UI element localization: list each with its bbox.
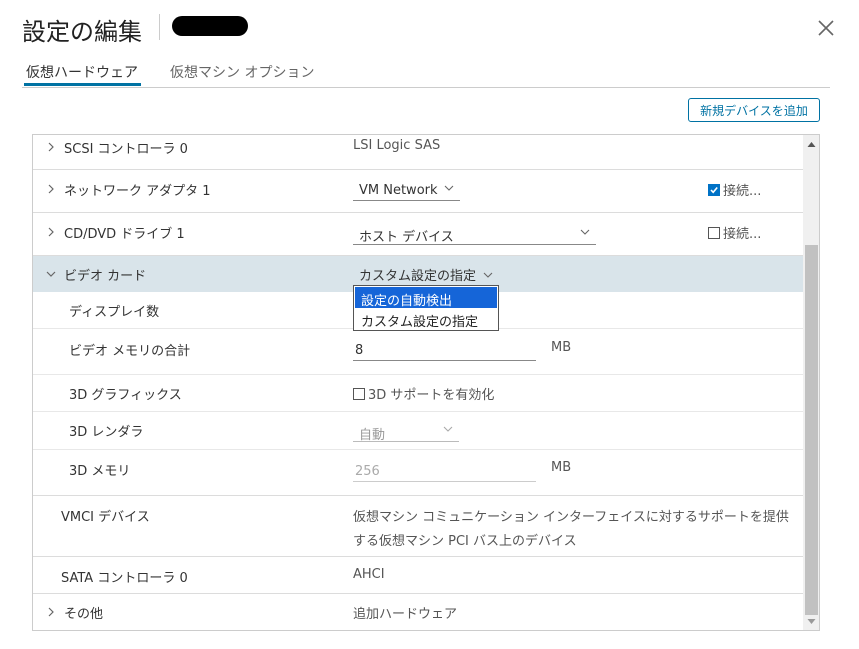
3d-renderer-select[interactable]: 自動	[353, 420, 459, 443]
sata-label: SATA コントローラ 0	[61, 571, 188, 586]
sata-value: AHCI	[353, 567, 385, 582]
3d-memory-label: 3D メモリ	[69, 464, 131, 479]
scsi-label: SCSI コントローラ 0	[64, 142, 188, 157]
video-card-label: ビデオ カード	[64, 269, 147, 284]
add-new-device-button[interactable]: 新規デバイスを追加	[688, 98, 820, 122]
3d-memory-unit: MB	[551, 460, 572, 475]
active-tab-indicator	[24, 83, 141, 86]
row-other: その他 追加ハードウェア	[33, 594, 803, 630]
other-label: その他	[64, 607, 104, 622]
chevron-right-icon	[48, 184, 54, 194]
vmci-description-line1: 仮想マシン コミュニケーション インターフェイスに対するサポートを提供	[353, 510, 789, 525]
network-connect-label: 接続...	[723, 184, 762, 199]
close-icon	[818, 20, 834, 36]
row-3d-graphics: 3D グラフィックス 3D サポートを有効化	[33, 375, 803, 412]
video-settings-select-value: カスタム設定の指定	[359, 269, 477, 284]
expand-other-button[interactable]	[45, 606, 57, 618]
chevron-down-icon	[483, 269, 493, 279]
3d-support-label: 3D サポートを有効化	[368, 388, 495, 403]
cd-dvd-connect-checkbox[interactable]	[708, 227, 720, 239]
3d-graphics-label: 3D グラフィックス	[69, 388, 182, 403]
video-memory-unit: MB	[551, 340, 572, 355]
chevron-right-icon	[48, 607, 54, 617]
chevron-down-icon	[46, 271, 56, 277]
tab-bar: 仮想ハードウェア 仮想マシン オプション	[22, 58, 830, 88]
network-connect-checkbox[interactable]	[708, 184, 720, 196]
scrollbar-thumb[interactable]	[805, 245, 818, 615]
3d-renderer-label: 3D レンダラ	[69, 425, 144, 440]
collapse-video-card-button[interactable]	[45, 268, 57, 280]
row-vmci-device: VMCI デバイス 仮想マシン コミュニケーション インターフェイスに対するサポ…	[33, 496, 803, 557]
expand-network-button[interactable]	[45, 183, 57, 195]
expand-cd-dvd-button[interactable]	[45, 226, 57, 238]
display-count-label: ディスプレイ数	[69, 305, 160, 320]
other-value: 追加ハードウェア	[353, 607, 458, 622]
title-divider	[159, 14, 160, 40]
network-label: ネットワーク アダプタ 1	[64, 184, 211, 199]
chevron-down-icon	[580, 227, 590, 237]
chevron-right-icon	[48, 227, 54, 237]
network-connect-toggle[interactable]: 接続...	[708, 180, 761, 199]
row-video-memory: ビデオ メモリの合計 8 MB	[33, 329, 803, 375]
row-network-adapter: ネットワーク アダプタ 1 VM Network 接続...	[33, 170, 803, 213]
row-scsi-controller: SCSI コントローラ 0 LSI Logic SAS	[33, 135, 803, 170]
cd-dvd-select-value: ホスト デバイス	[359, 230, 454, 245]
row-sata-controller: SATA コントローラ 0 AHCI	[33, 557, 803, 594]
video-memory-input[interactable]: 8	[353, 337, 536, 361]
cd-dvd-connect-label: 接続...	[723, 227, 762, 242]
scroll-up-arrow-icon[interactable]	[807, 140, 816, 149]
row-3d-renderer: 3D レンダラ 自動	[33, 412, 803, 450]
dropdown-option-custom[interactable]: カスタム設定の指定	[355, 308, 497, 330]
3d-memory-input[interactable]: 256	[353, 458, 536, 482]
video-settings-select[interactable]: カスタム設定の指定	[359, 265, 493, 284]
chevron-down-icon	[444, 183, 454, 193]
vmci-description-line2: する仮想マシン PCI バス上のデバイス	[353, 534, 577, 549]
dialog-title: 設定の編集	[22, 18, 142, 46]
vertical-scrollbar[interactable]	[803, 135, 819, 630]
3d-renderer-value: 自動	[359, 428, 386, 443]
tab-virtual-hardware[interactable]: 仮想ハードウェア	[26, 62, 138, 82]
chevron-down-icon	[443, 424, 453, 434]
close-button[interactable]	[814, 16, 838, 40]
chevron-right-icon	[48, 142, 54, 152]
redacted-vm-name	[172, 16, 248, 36]
row-cd-dvd-drive: CD/DVD ドライブ 1 ホスト デバイス 接続...	[33, 213, 803, 256]
3d-support-checkbox[interactable]	[353, 388, 365, 400]
vmci-label: VMCI デバイス	[61, 510, 150, 525]
scroll-down-arrow-icon[interactable]	[807, 617, 816, 626]
3d-support-toggle[interactable]: 3D サポートを有効化	[353, 384, 494, 403]
hardware-list: SCSI コントローラ 0 LSI Logic SAS ネットワーク アダプタ …	[32, 134, 820, 631]
cd-dvd-connect-toggle[interactable]: 接続...	[708, 223, 761, 242]
tab-vm-options[interactable]: 仮想マシン オプション	[170, 62, 314, 82]
scsi-value: LSI Logic SAS	[353, 138, 441, 153]
cd-dvd-select[interactable]: ホスト デバイス	[353, 223, 596, 245]
video-settings-dropdown: 設定の自動検出 カスタム設定の指定	[353, 285, 499, 331]
checkmark-icon	[710, 186, 718, 194]
network-select-value: VM Network	[359, 183, 438, 198]
dropdown-option-auto-detect[interactable]: 設定の自動検出	[355, 287, 497, 309]
network-select[interactable]: VM Network	[353, 179, 460, 201]
row-3d-memory: 3D メモリ 256 MB	[33, 450, 803, 496]
expand-scsi-button[interactable]	[45, 141, 57, 153]
video-memory-label: ビデオ メモリの合計	[69, 344, 191, 359]
cd-dvd-label: CD/DVD ドライブ 1	[64, 227, 185, 242]
